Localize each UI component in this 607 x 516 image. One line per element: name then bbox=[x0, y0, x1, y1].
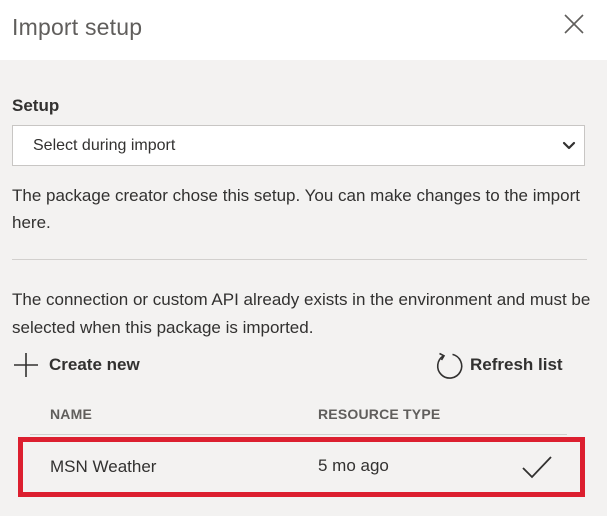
setup-select[interactable]: Select during import bbox=[12, 125, 585, 166]
setup-select-value: Select during import bbox=[33, 137, 176, 154]
close-icon bbox=[564, 14, 584, 34]
close-button[interactable] bbox=[560, 10, 588, 38]
column-header-resource-type[interactable]: RESOURCE TYPE bbox=[318, 406, 440, 422]
row-name-cell: MSN Weather bbox=[50, 457, 157, 476]
refresh-icon bbox=[436, 352, 463, 379]
create-new-label: Create new bbox=[49, 355, 140, 374]
refresh-list-button[interactable]: Refresh list bbox=[433, 349, 563, 381]
dialog-title: Import setup bbox=[12, 14, 143, 40]
setup-description: The package creator chose this setup. Yo… bbox=[12, 186, 580, 232]
column-header-name[interactable]: NAME bbox=[50, 406, 92, 422]
section-divider bbox=[12, 259, 587, 260]
connection-description: The connection or custom API already exi… bbox=[12, 290, 591, 337]
table-header-divider bbox=[30, 434, 567, 435]
plus-icon bbox=[14, 353, 38, 377]
refresh-list-label: Refresh list bbox=[470, 355, 563, 374]
setup-label: Setup bbox=[12, 96, 60, 115]
checkmark-icon bbox=[522, 456, 552, 479]
table-row[interactable]: MSN Weather 5 mo ago bbox=[18, 437, 585, 497]
chevron-down-icon bbox=[562, 141, 576, 150]
create-new-button[interactable]: Create new bbox=[12, 350, 140, 380]
dialog-header: Import setup bbox=[0, 0, 607, 60]
row-resource-type-cell: 5 mo ago bbox=[318, 456, 389, 475]
